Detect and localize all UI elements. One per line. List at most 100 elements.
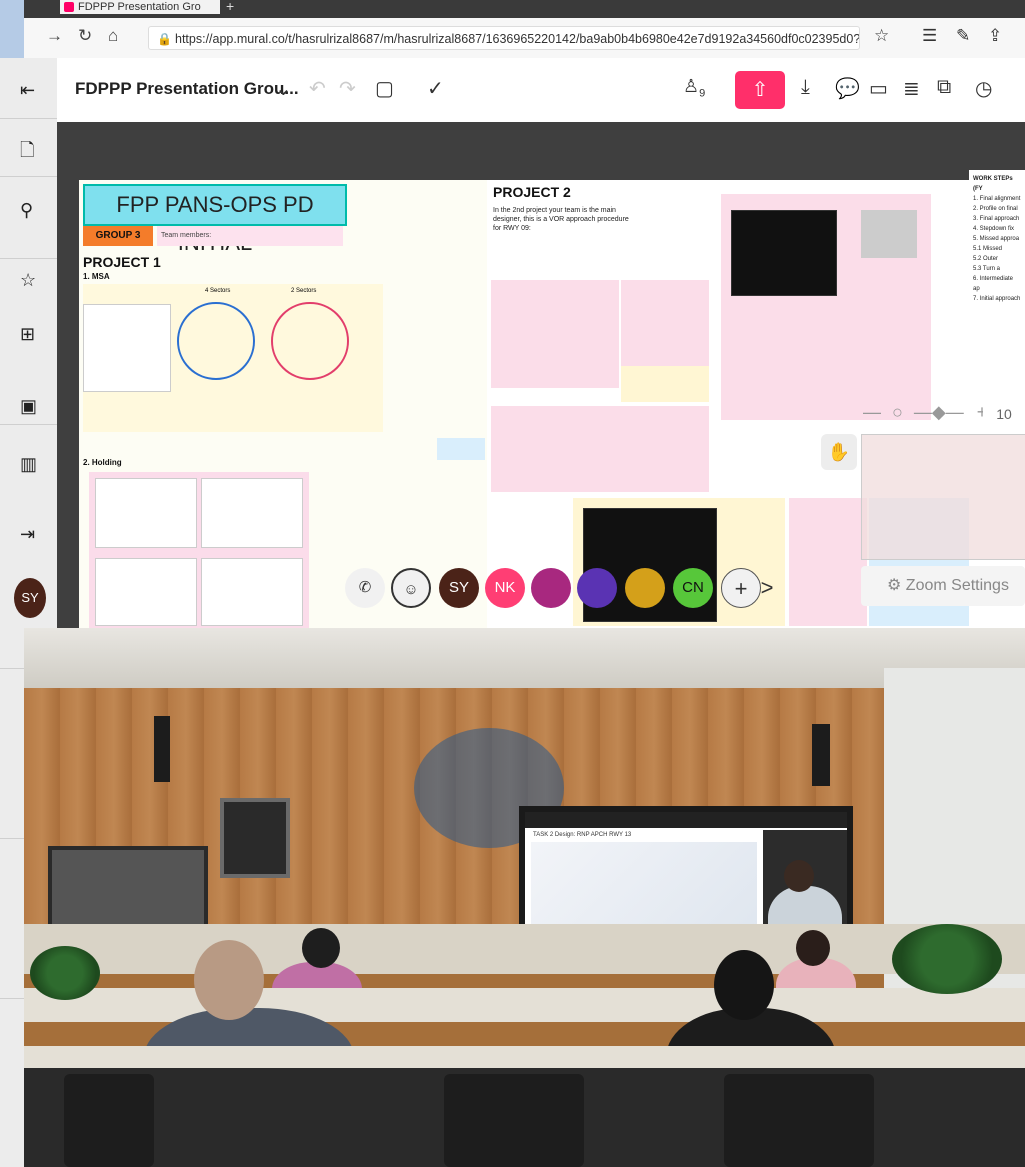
participant-avatar[interactable]: CN xyxy=(673,568,713,608)
meeting-room-photo: TASK 2 Design: RNP APCH RWY 13 xyxy=(24,628,1025,1167)
holding-heading: 2. Holding xyxy=(83,458,122,467)
favorites-list-icon[interactable]: ☰ xyxy=(922,26,937,46)
hand-tool-button[interactable]: ✋ xyxy=(821,434,857,470)
mural-canvas[interactable]: FPP PANS-OPS PD INITIAL GROUP 3 Team mem… xyxy=(57,122,1025,628)
monitor-left xyxy=(48,846,208,932)
summary-icon[interactable]: ⧉ xyxy=(937,76,951,99)
final-approach-profile-block xyxy=(491,406,709,492)
chat-icon[interactable]: ▭ xyxy=(869,76,888,101)
mural-title[interactable]: FDPPP Presentation Grou... xyxy=(75,79,299,99)
desk-row-middle xyxy=(24,988,1025,1022)
download-icon[interactable]: ⤓ xyxy=(801,76,810,99)
add-participant-button[interactable]: + xyxy=(721,568,761,608)
project1-heading: PROJECT 1 xyxy=(83,254,161,270)
group-tag: GROUP 3 xyxy=(83,226,153,246)
msa-heading: 1. MSA xyxy=(83,272,110,281)
participant-avatar[interactable]: NK xyxy=(485,568,525,608)
speaker-right xyxy=(812,724,830,786)
msa-4-sector-circle xyxy=(177,302,255,380)
home-icon[interactable]: ⌂ xyxy=(108,26,118,46)
emoji-icon[interactable]: ☺ xyxy=(391,568,431,608)
chevron-right-icon[interactable]: > xyxy=(757,568,777,608)
speaker-left xyxy=(154,716,170,782)
share-button[interactable]: ⇧ xyxy=(735,71,785,109)
star-icon[interactable]: ☆ xyxy=(20,270,36,291)
work-step-item: 5.1 Missed xyxy=(973,246,1003,252)
favorite-star-icon[interactable]: ☆ xyxy=(874,26,889,46)
sticky-note-icon[interactable]: 🗋 xyxy=(20,138,34,168)
mural-toolbar: FDPPP Presentation Grou... ⌄ ↶ ↷ ▢ ✓ ♙9 … xyxy=(57,58,1025,123)
comments-icon[interactable]: 💬 xyxy=(835,76,860,101)
mural-favicon-icon xyxy=(64,2,74,12)
redo-icon[interactable]: ↷ xyxy=(339,76,356,101)
plant-left xyxy=(30,946,100,1000)
check-circle-icon[interactable]: ✓ xyxy=(427,76,444,101)
work-step-item: 7. Initial approach xyxy=(973,296,1021,302)
activity-icon[interactable]: ≣ xyxy=(903,76,920,101)
msa-map xyxy=(83,304,171,392)
grid-icon[interactable]: ⊞ xyxy=(20,324,35,345)
pen-icon[interactable]: ✎ xyxy=(956,26,970,46)
work-step-item: 6. Intermediate ap xyxy=(973,276,1014,292)
url-field[interactable]: 🔒 https://app.mural.co/t/hasrulrizal8687… xyxy=(148,26,860,50)
zoom-value[interactable]: 10 xyxy=(983,400,1025,428)
undo-icon[interactable]: ↶ xyxy=(309,76,326,101)
project1-board: FPP PANS-OPS PD INITIAL GROUP 3 Team mem… xyxy=(79,180,489,628)
search-icon[interactable]: ⚲ xyxy=(20,200,33,221)
zoom-settings-button[interactable]: ⚙ Zoom Settings xyxy=(861,566,1025,606)
holding-sheet-4 xyxy=(201,558,303,626)
screen-task-title: TASK 2 Design: RNP APCH RWY 13 xyxy=(533,832,632,838)
avatar[interactable]: SY xyxy=(14,578,46,618)
wall-frame xyxy=(220,798,290,878)
msa-4-sectors-label: 4 Sectors xyxy=(205,288,231,294)
msa-2-sectors-label: 2 Sectors xyxy=(291,288,317,294)
share-page-icon[interactable]: ⇪ xyxy=(988,26,1002,46)
gear-icon: ⚙ xyxy=(887,577,906,594)
new-tab-button[interactable]: + xyxy=(226,0,234,14)
work-step-item: 5. Missed approa xyxy=(973,236,1020,242)
outline-icon[interactable]: ▢ xyxy=(375,76,394,101)
timer-icon[interactable]: ◷ xyxy=(975,76,992,101)
zoom-out-icon[interactable]: — xyxy=(863,402,881,422)
participant-avatar[interactable] xyxy=(577,568,617,608)
presenter-head xyxy=(784,860,814,892)
screen-toolbar xyxy=(525,812,847,828)
holding-sheet-3 xyxy=(95,558,197,626)
chair xyxy=(444,1074,584,1167)
work-step-item: 4. Stepdown fix xyxy=(973,226,1015,232)
participant-avatar[interactable] xyxy=(531,568,571,608)
browser-tab-strip: FDPPP Presentation Gro + xyxy=(0,0,1025,18)
plant-right xyxy=(892,924,1002,994)
msa-2-sector-circle xyxy=(271,302,349,380)
export-icon[interactable]: ⇥ xyxy=(20,524,35,545)
participant-avatar[interactable]: SY xyxy=(439,568,479,608)
library-icon[interactable]: ▥ xyxy=(20,454,37,475)
browser-tab[interactable]: FDPPP Presentation Gro xyxy=(60,0,220,14)
minimap[interactable] xyxy=(861,434,1025,560)
project-review-note xyxy=(437,438,485,460)
chevron-down-icon[interactable]: ⌄ xyxy=(275,76,292,101)
work-steps-panel: WORK STEPs (FY 1. Final alignment 2. Pro… xyxy=(969,170,1025,360)
initial-phase-block xyxy=(789,498,867,626)
participant-avatar[interactable] xyxy=(625,568,665,608)
project2-description: In the 2nd project your team is the main… xyxy=(493,207,629,232)
approach-chart-image xyxy=(731,210,837,296)
work-step-item: 5.2 Outer xyxy=(973,256,999,262)
sidebar-collapse-icon[interactable]: ⇤ xyxy=(20,80,35,101)
phone-icon[interactable]: ✆ xyxy=(345,568,385,608)
ceiling xyxy=(24,628,1025,688)
collaborators-count[interactable]: ♙9 xyxy=(683,76,705,100)
attendee-head xyxy=(714,950,774,1020)
zoom-slider[interactable]: — ○ —◆— + xyxy=(863,402,987,423)
zoom-slider-handle[interactable]: ○ xyxy=(892,402,903,422)
url-text: https://app.mural.co/t/hasrulrizal8687/m… xyxy=(175,32,860,46)
attendee-head xyxy=(194,940,264,1020)
chair xyxy=(64,1074,154,1167)
browser-tab-title: FDPPP Presentation Gro xyxy=(78,1,201,13)
holding-sheet-2 xyxy=(201,478,303,548)
attendee-head xyxy=(796,930,830,966)
final-alignment-block xyxy=(491,280,619,388)
forward-icon[interactable]: → xyxy=(46,26,63,46)
refresh-icon[interactable]: ↻ xyxy=(78,26,92,46)
image-icon[interactable]: ▣ xyxy=(20,396,37,417)
